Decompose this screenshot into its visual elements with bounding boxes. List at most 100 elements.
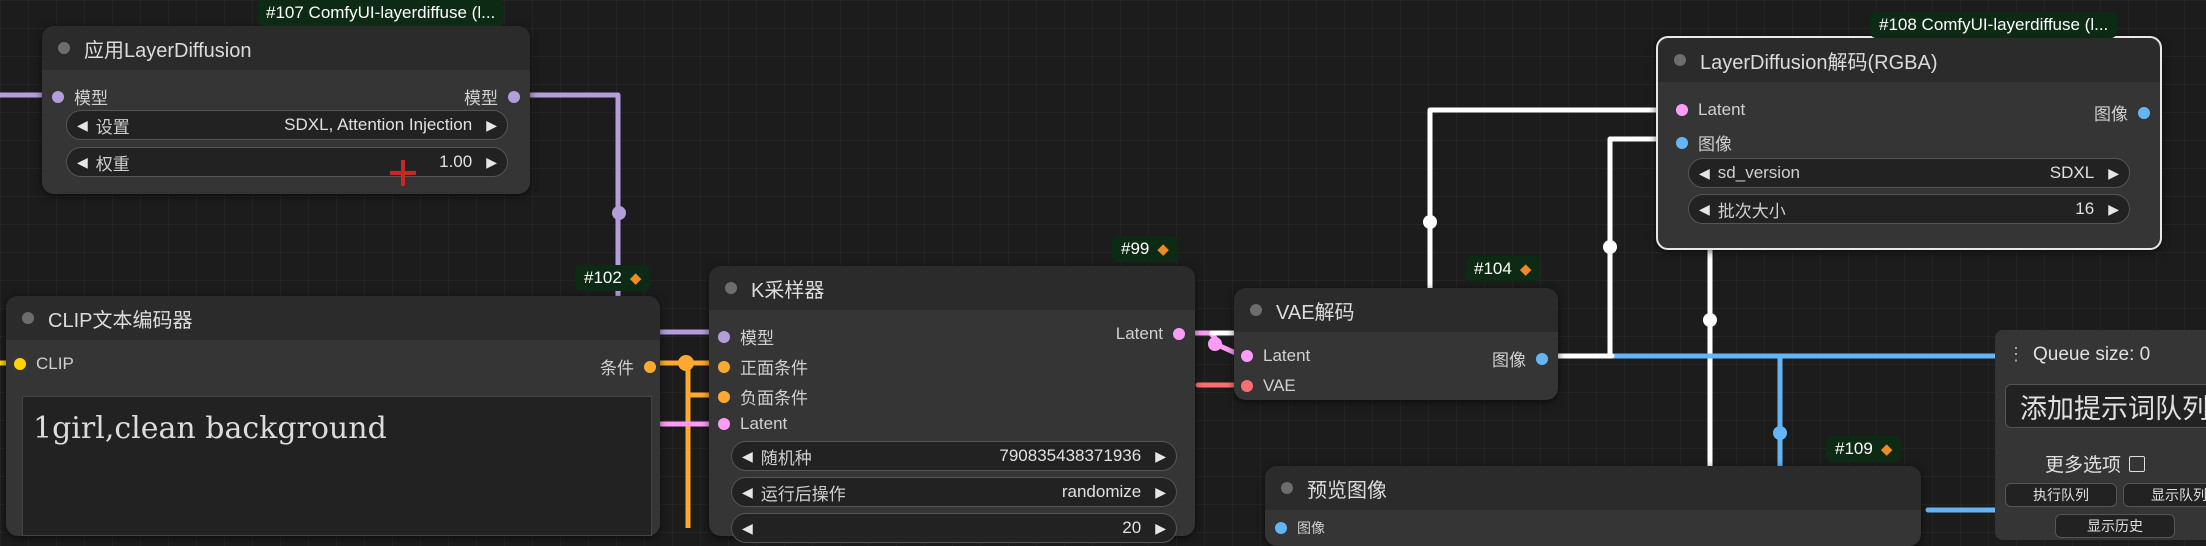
- input-slot-positive[interactable]: 正面条件: [718, 354, 808, 379]
- node-preview-image[interactable]: 预览图像 图像: [1265, 466, 1921, 546]
- node-id-badge: #109 ◆: [1826, 436, 1902, 462]
- widget-seed[interactable]: ◀ 随机种 790835438371936 ▶: [731, 441, 1177, 471]
- input-slot-image[interactable]: 图像: [1676, 130, 1732, 155]
- input-slot-negative[interactable]: 负面条件: [718, 384, 808, 409]
- slot-dot-icon[interactable]: [718, 360, 730, 373]
- slot-dot-icon[interactable]: [14, 358, 26, 370]
- decrement-arrow-icon[interactable]: ◀: [1699, 165, 1710, 182]
- increment-arrow-icon[interactable]: ▶: [1155, 484, 1166, 501]
- widget-weight[interactable]: ◀ 权重 1.00 ▶: [66, 147, 508, 177]
- widget-setting[interactable]: ◀ 设置 SDXL, Attention Injection ▶: [66, 110, 508, 140]
- output-slot-image[interactable]: 图像: [1492, 346, 1548, 371]
- increment-arrow-icon[interactable]: ▶: [486, 154, 497, 171]
- input-slot-vae[interactable]: VAE: [1241, 376, 1296, 396]
- slot-dot-icon[interactable]: [1676, 136, 1688, 149]
- slot-label: 图像: [1297, 520, 1325, 536]
- slot-label: Latent: [1263, 346, 1311, 365]
- node-title: CLIP文本编码器: [48, 309, 193, 332]
- decrement-arrow-icon[interactable]: ◀: [77, 154, 88, 171]
- node-title: VAE解码: [1276, 301, 1355, 324]
- more-options-label: 更多选项: [2045, 455, 2122, 476]
- node-title-bar[interactable]: VAE解码: [1234, 288, 1558, 332]
- node-title-bar[interactable]: K采样器: [709, 266, 1195, 310]
- input-slot-model[interactable]: 模型: [718, 324, 774, 349]
- node-id-text: #109: [1835, 439, 1873, 458]
- collapse-dot-icon[interactable]: [1250, 304, 1262, 316]
- node-id-badge: #104 ◆: [1465, 256, 1541, 282]
- node-title-bar[interactable]: 预览图像: [1265, 466, 1921, 510]
- node-title-bar[interactable]: 应用LayerDiffusion: [42, 26, 530, 70]
- increment-arrow-icon[interactable]: ▶: [2108, 165, 2119, 182]
- slot-dot-icon[interactable]: [718, 418, 730, 430]
- node-title-bar[interactable]: CLIP文本编码器: [6, 296, 660, 340]
- node-id-badge: #107 ComfyUI-layerdiffuse (l...: [257, 0, 505, 26]
- output-slot-image[interactable]: 图像: [2094, 100, 2150, 125]
- output-slot-model[interactable]: 模型: [464, 84, 520, 109]
- collapse-dot-icon[interactable]: [1281, 482, 1293, 494]
- widget-steps[interactable]: ◀ 20 ▶: [731, 513, 1177, 543]
- slot-label: 正面条件: [740, 359, 808, 378]
- slot-dot-icon[interactable]: [52, 90, 64, 103]
- collapse-dot-icon[interactable]: [58, 42, 70, 54]
- input-slot-latent[interactable]: Latent: [718, 414, 787, 434]
- node-clip-text-encode[interactable]: CLIP文本编码器 CLIP 条件 1girl,clean background: [6, 296, 660, 536]
- output-slot-conditioning[interactable]: 条件: [600, 354, 656, 379]
- slot-dot-icon[interactable]: [1173, 328, 1185, 340]
- widget-value: SDXL, Attention Injection: [284, 115, 473, 134]
- fox-icon: ◆: [629, 270, 642, 287]
- widget-control-after-generate[interactable]: ◀ 运行后操作 randomize ▶: [731, 477, 1177, 507]
- queue-size: Queue size: 0: [2033, 344, 2151, 365]
- increment-arrow-icon[interactable]: ▶: [1155, 448, 1166, 465]
- input-slot-latent[interactable]: Latent: [1676, 100, 1745, 120]
- input-slot-model[interactable]: 模型: [52, 84, 108, 109]
- node-id-text: #99: [1121, 239, 1150, 258]
- input-slot-image[interactable]: 图像: [1275, 518, 1325, 538]
- wire-dot: [612, 206, 626, 220]
- increment-arrow-icon[interactable]: ▶: [2108, 201, 2119, 218]
- input-slot-latent[interactable]: Latent: [1241, 346, 1310, 366]
- node-ksampler[interactable]: K采样器 模型 Latent 正面条件 负面条件 Latent ◀ 随机种 79…: [709, 266, 1195, 543]
- execute-queue-button[interactable]: 执行队列: [2005, 483, 2117, 507]
- collapse-dot-icon[interactable]: [1674, 54, 1686, 66]
- slot-dot-icon[interactable]: [1241, 380, 1253, 392]
- fox-icon: ◆: [1157, 241, 1169, 258]
- node-layerdiffusion-decode-rgba[interactable]: LayerDiffusion解码(RGBA) Latent 图像 图像 ◀ sd…: [1656, 36, 2162, 250]
- slot-dot-icon[interactable]: [1275, 522, 1287, 534]
- show-history-button[interactable]: 显示历史: [2055, 514, 2175, 538]
- slot-dot-icon[interactable]: [1676, 104, 1688, 116]
- increment-arrow-icon[interactable]: ▶: [486, 117, 497, 134]
- more-options-toggle[interactable]: 更多选项: [2045, 450, 2146, 477]
- widget-batch-size[interactable]: ◀ 批次大小 16 ▶: [1688, 194, 2130, 224]
- queue-prompt-button[interactable]: 添加提示词队列: [2005, 384, 2206, 428]
- slot-dot-icon[interactable]: [1241, 350, 1253, 362]
- decrement-arrow-icon[interactable]: ◀: [742, 448, 753, 465]
- widget-label: 设置: [95, 117, 130, 137]
- slot-dot-icon[interactable]: [1536, 352, 1548, 365]
- decrement-arrow-icon[interactable]: ◀: [742, 484, 753, 501]
- decrement-arrow-icon[interactable]: ◀: [1699, 201, 1710, 218]
- collapse-dot-icon[interactable]: [22, 312, 34, 324]
- input-slot-clip[interactable]: CLIP: [14, 354, 74, 374]
- slot-dot-icon[interactable]: [644, 360, 656, 373]
- prompt-textarea[interactable]: 1girl,clean background: [22, 396, 652, 536]
- slot-label: CLIP: [36, 354, 74, 373]
- output-slot-latent[interactable]: Latent: [1116, 324, 1185, 344]
- slot-label: Latent: [1698, 100, 1746, 119]
- checkbox-icon[interactable]: [2129, 455, 2146, 472]
- node-title-bar[interactable]: LayerDiffusion解码(RGBA): [1658, 38, 2160, 82]
- decrement-arrow-icon[interactable]: ◀: [77, 117, 88, 134]
- collapse-dot-icon[interactable]: [725, 282, 737, 294]
- decrement-arrow-icon[interactable]: ◀: [742, 520, 753, 537]
- widget-sd-version[interactable]: ◀ sd_version SDXL ▶: [1688, 158, 2130, 188]
- widget-value: 790835438371936: [999, 446, 1142, 465]
- show-queue-button[interactable]: 显示队列: [2123, 483, 2206, 507]
- slot-dot-icon[interactable]: [508, 90, 520, 103]
- slot-dot-icon[interactable]: [718, 390, 730, 403]
- slot-dot-icon[interactable]: [2138, 106, 2150, 119]
- node-vae-decode[interactable]: VAE解码 Latent 图像 VAE: [1234, 288, 1558, 400]
- slot-dot-icon[interactable]: [718, 330, 730, 343]
- vertical-dots-icon[interactable]: ⋮: [2007, 344, 2025, 365]
- node-apply-layerdiffusion[interactable]: 应用LayerDiffusion 模型 模型 ◀ 设置 SDXL, Attent…: [42, 26, 530, 194]
- widget-label: 随机种: [760, 448, 812, 468]
- increment-arrow-icon[interactable]: ▶: [1155, 520, 1166, 537]
